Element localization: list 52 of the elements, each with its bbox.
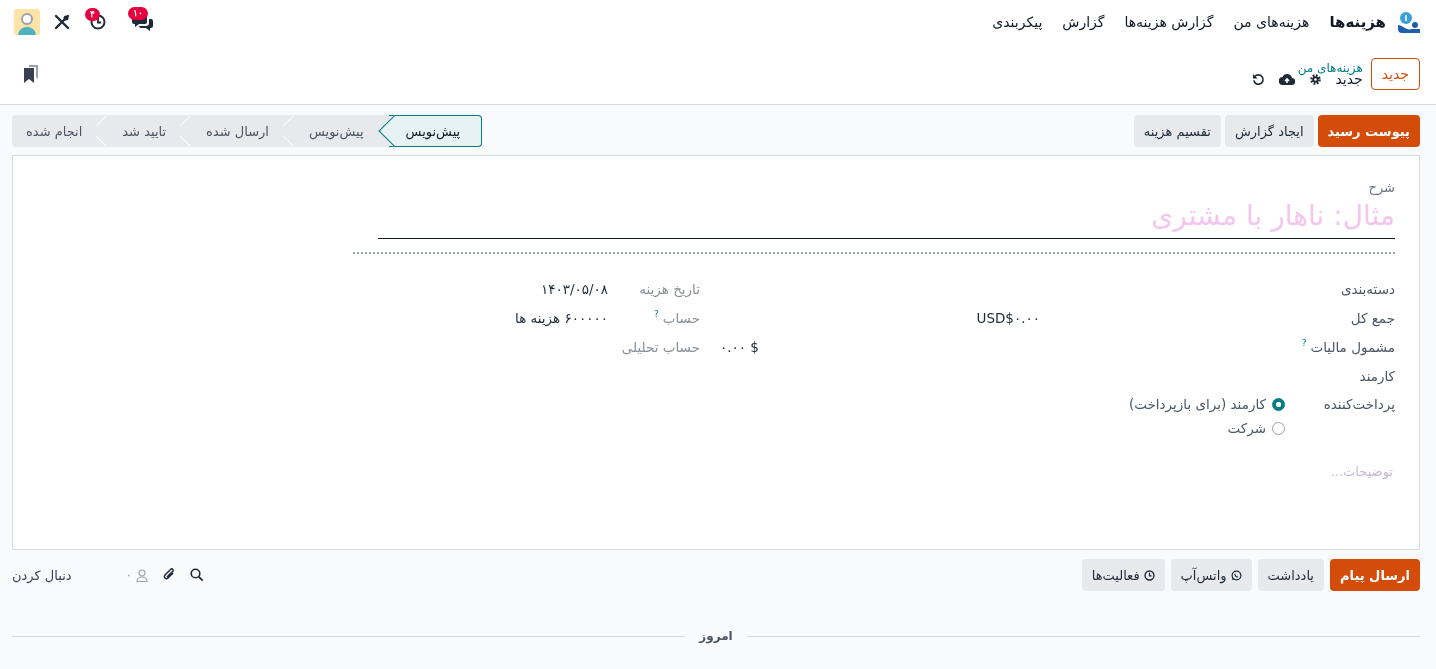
notes-field[interactable]: توضیحات... [1091,463,1395,480]
bookmark-icon[interactable] [24,65,38,83]
field-value: ۱۴۰۳/۰۵/۰۸ [540,280,608,297]
field-label: دسته‌بندی [1340,280,1395,297]
field-label: مشمول مالیات [1310,338,1395,355]
field-label: تاریخ هزینه [639,280,700,297]
menu-item[interactable]: پیکربندی [984,10,1051,34]
help-tooltip[interactable]: ? [654,309,659,320]
paperclip-icon[interactable] [162,567,177,583]
field-label: حساب [662,309,700,326]
activities-button[interactable]: ۴ [84,8,112,36]
action-button[interactable]: تقسیم هزینه [1133,115,1221,147]
app-name[interactable]: هزینه‌ها [1321,9,1394,35]
new-button[interactable]: جدید [1370,58,1420,90]
field-label: جمع کل [1350,309,1395,326]
messages-button[interactable]: ۱۰ [126,7,160,37]
field-label: حساب تحلیلی [621,338,700,355]
chatter-button[interactable]: ارسال پیام [1330,559,1420,591]
follow-button[interactable]: دنبال کردن [12,567,72,583]
date-separator: امروز [699,629,733,643]
notification-badge: ۴ [85,8,100,21]
undo-icon[interactable] [1251,72,1265,86]
radio-button[interactable] [1272,421,1285,435]
menu-item[interactable]: گزارش [1054,10,1113,34]
chatter-button[interactable]: یادداشت [1257,559,1324,591]
whatsapp-icon [1230,569,1242,581]
chatter-button[interactable]: فعالیت‌ها [1081,559,1165,591]
stage-button[interactable]: پیش‌نویس [377,115,483,147]
radio-button[interactable] [1272,397,1285,411]
field-value: $ ۰.۰۰ [720,338,759,355]
cloud-upload-icon[interactable] [1278,72,1295,86]
radio-option[interactable]: شرکت [1128,420,1285,436]
user-icon [136,568,149,582]
stage-button[interactable]: انجام شده [12,115,97,147]
action-button[interactable]: پیوست رسید [1317,115,1420,147]
chatter-button[interactable]: واتس‌آپ [1170,559,1252,591]
radio-option[interactable]: کارمند (برای بازپرداخت) [1128,396,1285,412]
field-label: پرداخت‌کننده [1322,395,1395,412]
action-button[interactable]: ایجاد گزارش [1224,115,1314,147]
search-icon[interactable] [190,568,205,582]
clock-icon [1143,569,1155,581]
notification-badge: ۱۰ [128,7,148,20]
field-label: کارمند [1359,367,1395,384]
tools-icon[interactable] [54,14,70,30]
field-label: شرح [1367,180,1395,195]
description-field[interactable]: مثال: ناهار با مشتری [378,197,1395,239]
menu-item[interactable]: گزارش هزینه‌ها [1116,10,1222,34]
field-value: USD$۰.۰۰ [976,309,1040,326]
field-value: ۶۰۰۰۰۰ هزینه ها [515,309,608,326]
app-logo-icon [1398,11,1420,33]
help-tooltip[interactable]: ? [1301,338,1307,349]
menu-item[interactable]: هزینه‌های من [1225,10,1318,34]
